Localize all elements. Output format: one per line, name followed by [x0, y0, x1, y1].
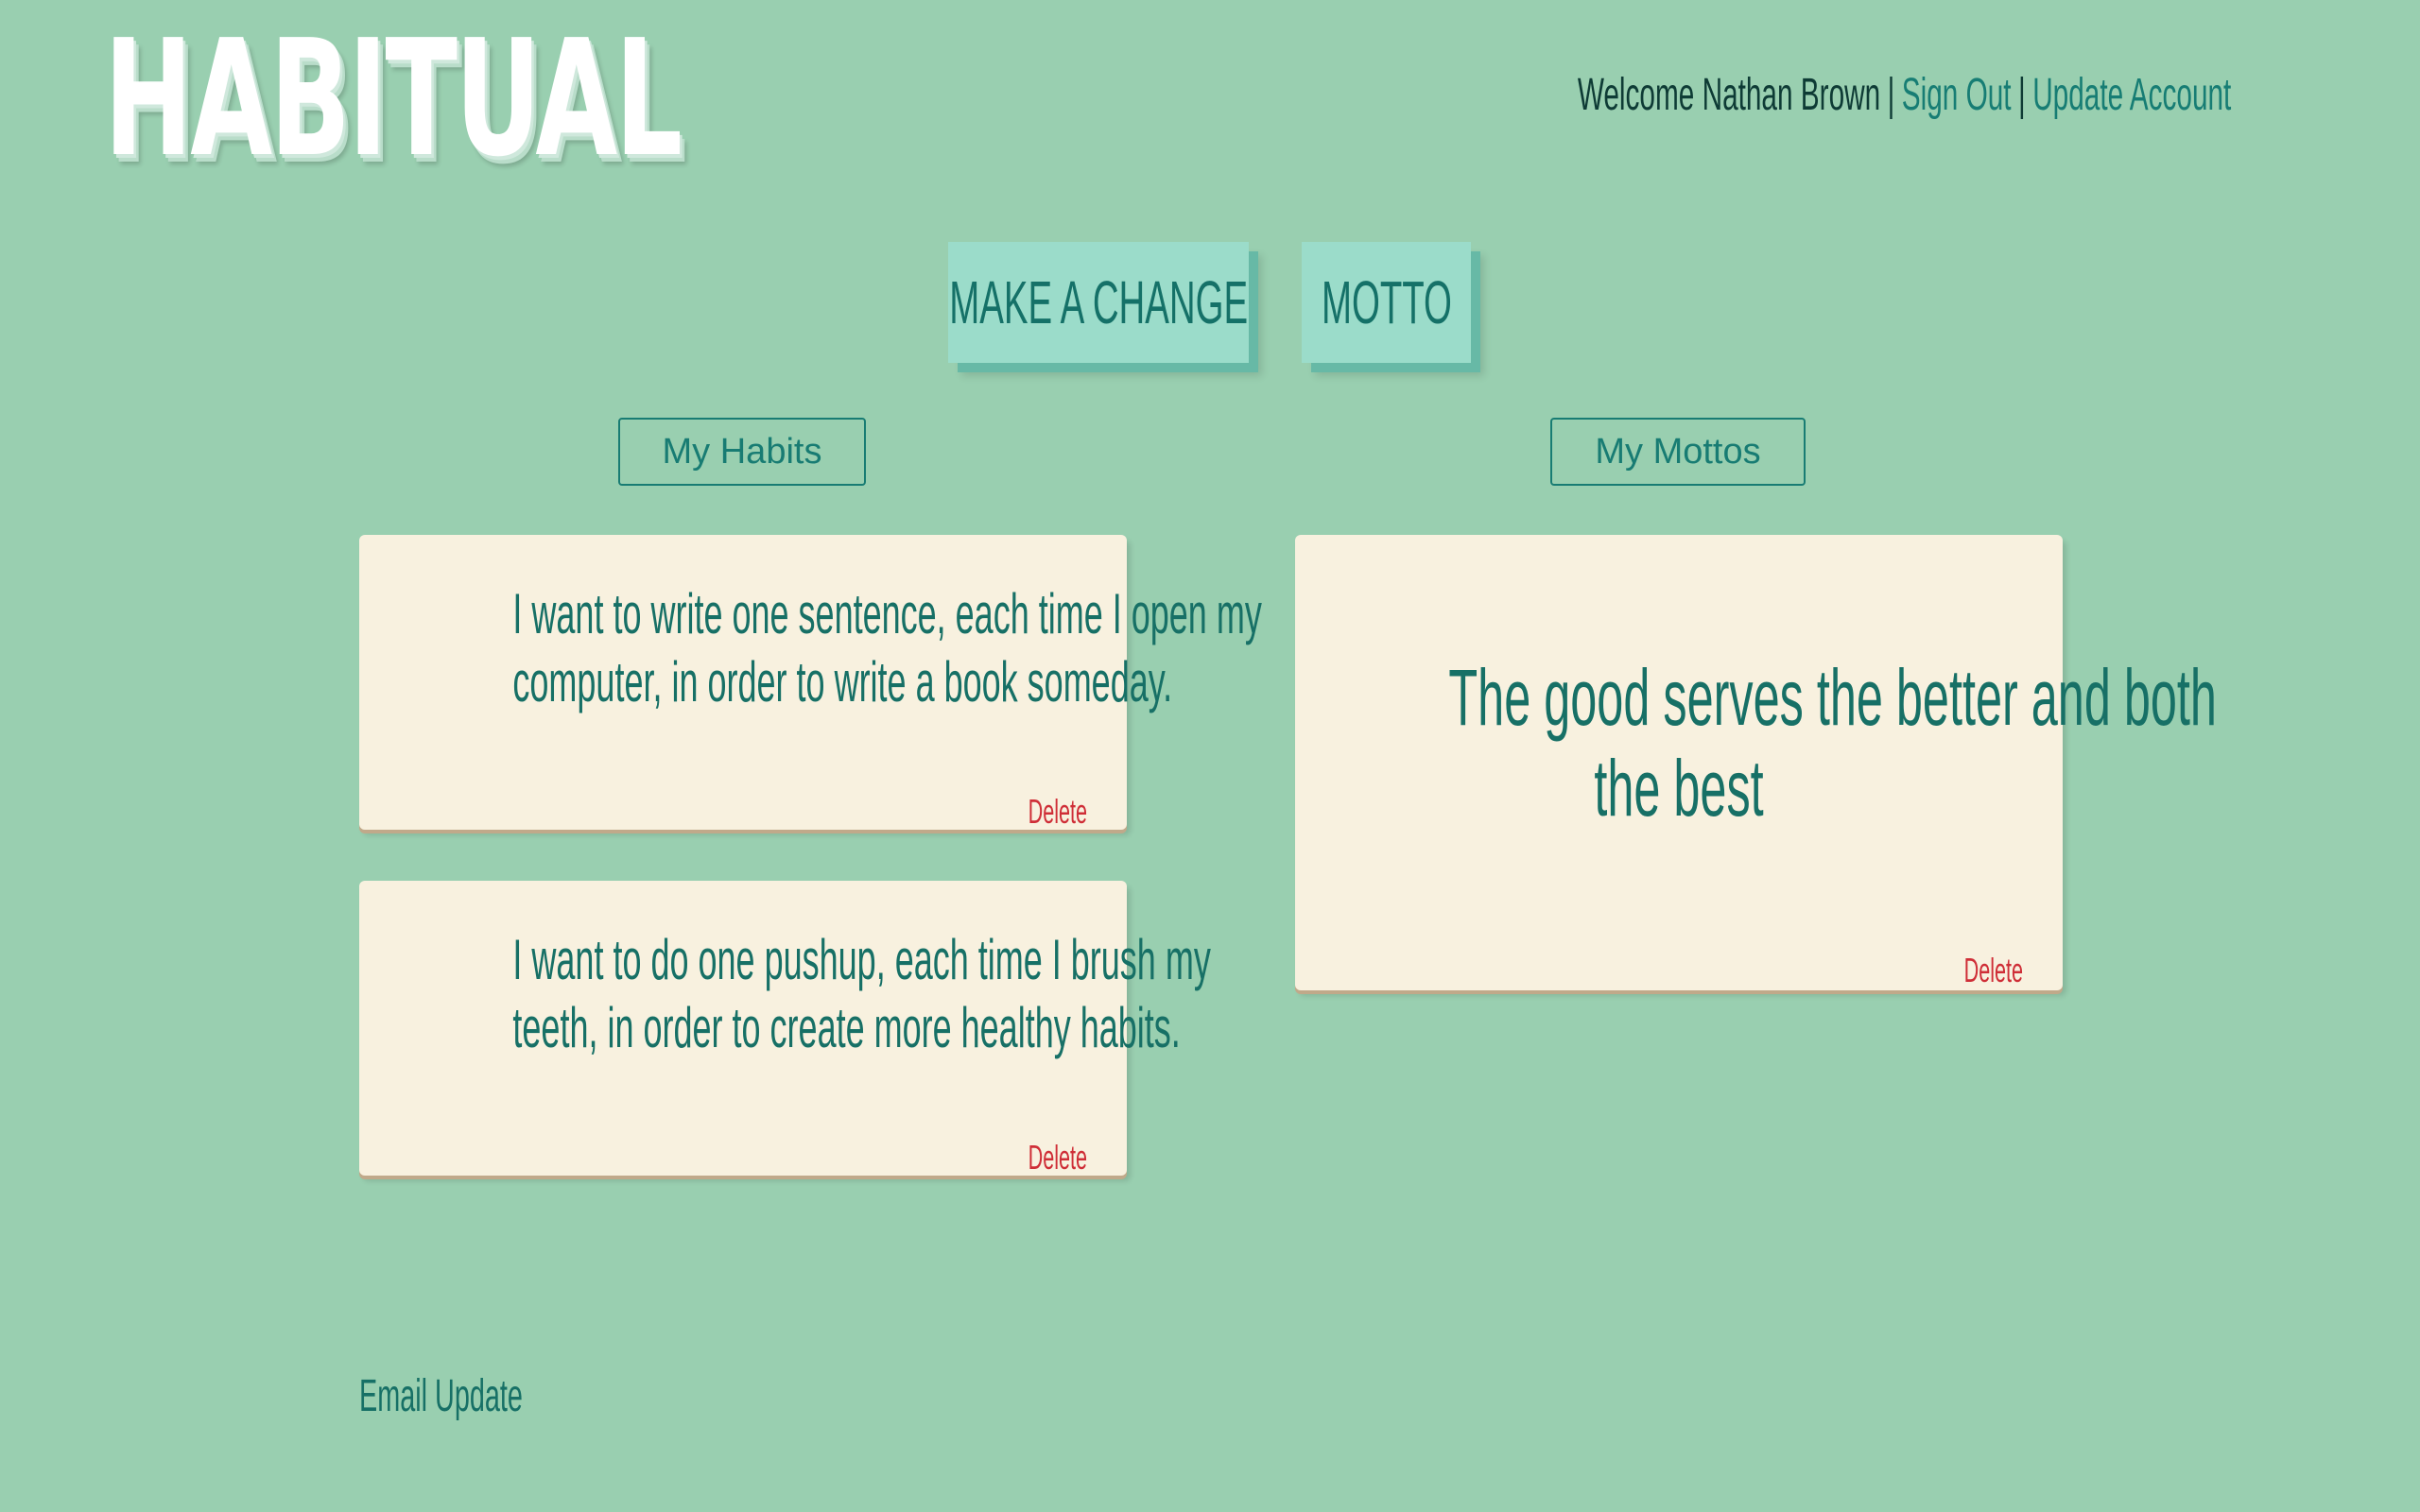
delete-motto-link[interactable]: Delete — [1964, 951, 2023, 990]
habit-text: I want to write one sentence, each time … — [359, 580, 1262, 716]
habit-text-line: teeth, in order to create more healthy h… — [512, 996, 1181, 1059]
delete-habit-link[interactable]: Delete — [1028, 1138, 1087, 1177]
motto-label: MOTTO — [1321, 268, 1452, 336]
separator: | — [2017, 69, 2026, 120]
habit-text: I want to do one pushup, each time I bru… — [359, 926, 1211, 1062]
habit-text-line: I want to do one pushup, each time I bru… — [512, 928, 1211, 991]
welcome-text: Welcome Nathan Brown — [1577, 69, 1880, 120]
motto-text-line: the best — [1594, 744, 1764, 833]
make-a-change-label: MAKE A CHANGE — [949, 268, 1248, 336]
delete-habit-link[interactable]: Delete — [1028, 792, 1087, 832]
habit-card: I want to do one pushup, each time I bru… — [359, 881, 1211, 1177]
my-habits-button[interactable]: My Habits — [618, 418, 866, 486]
habit-text-line: I want to write one sentence, each time … — [512, 582, 1262, 645]
user-bar: Welcome Nathan Brown | Sign Out | Update… — [1578, 66, 2231, 123]
habit-card: I want to write one sentence, each time … — [359, 535, 1262, 832]
motto-text-line: The good serves the better and both — [1448, 653, 2217, 742]
separator: | — [1887, 69, 1895, 120]
app-logo: HABITUAL — [104, 6, 683, 193]
sign-out-link[interactable]: Sign Out — [1901, 69, 2011, 121]
motto-text: The good serves the better and both the … — [1295, 652, 2217, 833]
motto-button[interactable]: MOTTO — [1302, 242, 1471, 363]
email-update-link[interactable]: Email Update — [359, 1370, 523, 1422]
update-account-link[interactable]: Update Account — [2032, 69, 2231, 121]
motto-card: The good serves the better and both the … — [1295, 535, 2217, 990]
my-mottos-button[interactable]: My Mottos — [1550, 418, 1806, 486]
habit-text-line: computer, in order to write a book somed… — [512, 650, 1173, 713]
make-a-change-button[interactable]: MAKE A CHANGE — [948, 242, 1249, 363]
